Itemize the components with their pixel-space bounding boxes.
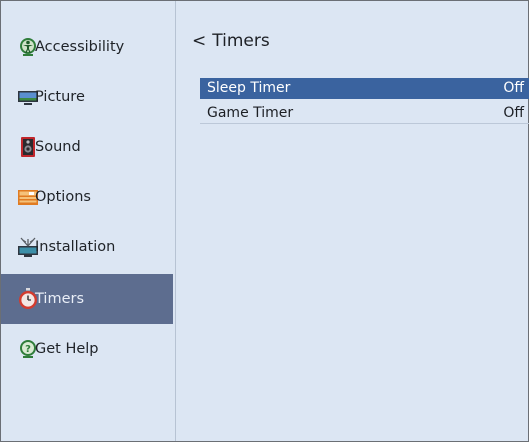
sidebar-item-label: Timers xyxy=(35,291,85,307)
sidebar-item-label: Picture xyxy=(35,89,85,105)
sidebar-item-picture[interactable]: Picture xyxy=(1,72,173,122)
sidebar-item-sound[interactable]: Sound xyxy=(1,122,173,172)
back-chevron-icon[interactable]: < xyxy=(192,31,206,51)
sidebar-item-label: Installation xyxy=(35,239,116,255)
row-label: Sleep Timer xyxy=(207,80,291,96)
sidebar-item-label: Accessibility xyxy=(35,39,125,55)
page-title-text: Timers xyxy=(212,31,270,51)
sidebar-item-label: Get Help xyxy=(35,341,99,357)
sidebar-item-label: Sound xyxy=(35,139,81,155)
list-item-sleep-timer[interactable]: Sleep Timer Off xyxy=(200,78,529,99)
row-value: Off xyxy=(503,80,524,96)
list-item-game-timer[interactable]: Game Timer Off xyxy=(200,103,529,124)
tv-settings-window: Accessibility Picture Sound Options Inst… xyxy=(0,0,529,442)
row-label: Game Timer xyxy=(207,105,294,121)
sidebar-item-accessibility[interactable]: Accessibility xyxy=(1,22,173,72)
page-title[interactable]: < Timers xyxy=(192,31,270,51)
sidebar-item-timers[interactable]: Timers xyxy=(1,274,173,324)
timers-panel: < Timers Sleep Timer Off Game Timer Off xyxy=(176,1,529,441)
sidebar-item-installation[interactable]: Installation xyxy=(1,222,173,272)
svg-text:?: ? xyxy=(25,344,31,355)
row-value: Off xyxy=(503,105,524,121)
sidebar: Accessibility Picture Sound Options Inst… xyxy=(1,1,176,441)
sidebar-item-label: Options xyxy=(35,189,91,205)
sidebar-item-options[interactable]: Options xyxy=(1,172,173,222)
sidebar-item-get-help[interactable]: ? Get Help xyxy=(1,324,173,374)
